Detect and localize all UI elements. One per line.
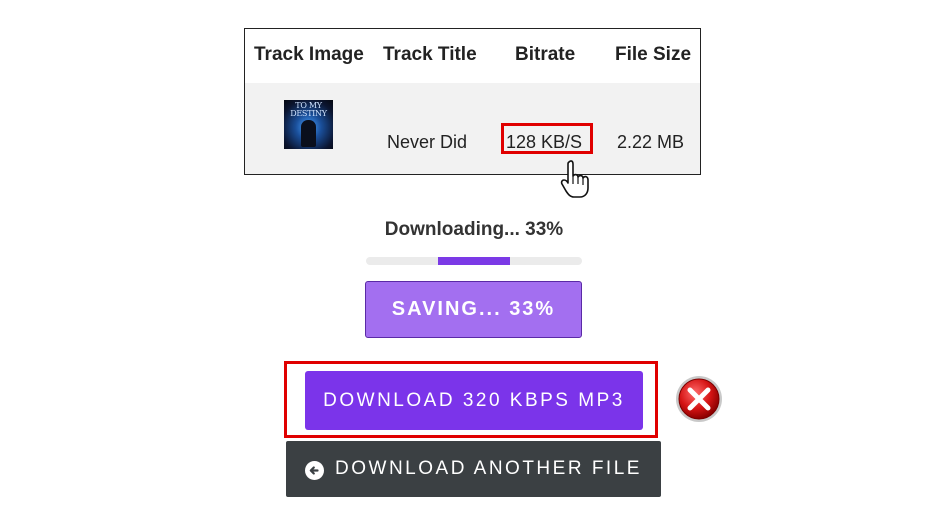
header-bitrate: Bitrate (515, 44, 576, 65)
download-another-file-label: DOWNLOAD ANOTHER FILE (335, 458, 642, 479)
download-320-button[interactable]: DOWNLOAD 320 KBPS MP3 (305, 371, 643, 430)
table-header-row: Track Image Track Title Bitrate File Siz… (245, 29, 700, 84)
album-art-figure (301, 120, 316, 147)
track-title-cell: Never Did (387, 132, 468, 152)
header-track-image: Track Image (254, 44, 364, 65)
download-progress-bar (366, 257, 582, 265)
download-progress-label: Downloading... 33% (384, 219, 564, 240)
header-file-size: File Size (615, 44, 692, 65)
file-size-cell: 2.22 MB (617, 132, 685, 152)
album-art-image: TO MY DESTINY (284, 100, 333, 149)
download-page: Track Image Track Title Bitrate File Siz… (0, 0, 939, 505)
track-table: Track Image Track Title Bitrate File Siz… (244, 28, 701, 175)
download-progress-fill (438, 257, 510, 265)
saving-button[interactable]: SAVING... 33% (365, 281, 582, 338)
album-art-title: TO MY DESTINY (290, 101, 327, 118)
table-row: TO MY DESTINY Never Did 128 KB/S 2.22 MB (245, 83, 700, 174)
arrow-left-circle-icon (305, 460, 325, 480)
download-another-file-button[interactable]: DOWNLOAD ANOTHER FILE (286, 441, 661, 497)
red-x-error-icon (676, 376, 722, 422)
hand-pointer-icon (560, 160, 589, 198)
header-track-title: Track Title (383, 44, 477, 65)
bitrate-highlight-box (501, 123, 593, 154)
